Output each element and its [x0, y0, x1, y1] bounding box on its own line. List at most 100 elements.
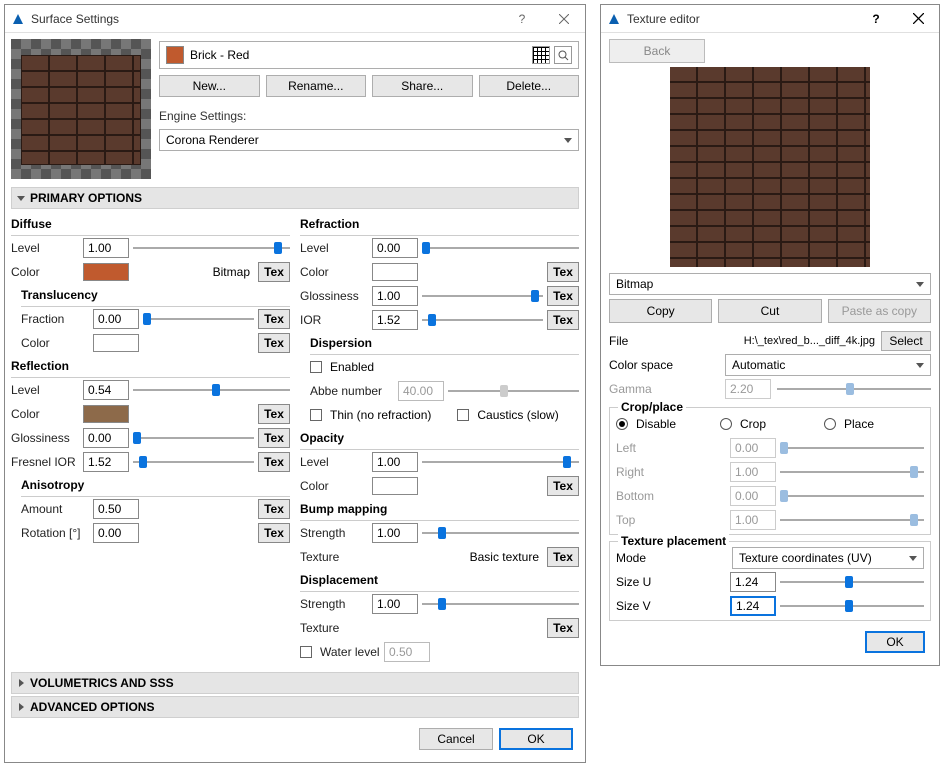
refraction-gloss-tex-button[interactable]: Tex [547, 286, 579, 306]
engine-label: Engine Settings: [159, 109, 579, 123]
tex-close-button[interactable] [897, 5, 939, 33]
opacity-color-tex-button[interactable]: Tex [547, 476, 579, 496]
section-advanced[interactable]: ADVANCED OPTIONS [11, 696, 579, 718]
surface-settings-window: Surface Settings ? Brick - Red [4, 4, 586, 763]
diffuse-tex-button[interactable]: Tex [258, 262, 290, 282]
group-refraction: Refraction [300, 217, 579, 233]
anisotropy-rotation-input[interactable] [93, 523, 139, 543]
reflection-gloss-input[interactable] [83, 428, 129, 448]
gamma-input [725, 379, 771, 399]
refraction-color-tex-button[interactable]: Tex [547, 262, 579, 282]
displacement-strength-input[interactable] [372, 594, 418, 614]
cancel-button[interactable]: Cancel [419, 728, 493, 750]
refraction-gloss-input[interactable] [372, 286, 418, 306]
size-u-input[interactable] [730, 572, 776, 592]
reflection-gloss-tex-button[interactable]: Tex [258, 428, 290, 448]
size-u-slider[interactable] [780, 575, 924, 589]
refraction-gloss-slider[interactable] [422, 289, 543, 303]
tex-help-button[interactable]: ? [855, 5, 897, 33]
copy-button[interactable]: Copy [609, 299, 712, 323]
translucency-color-tex-button[interactable]: Tex [258, 333, 290, 353]
reflection-level-slider[interactable] [133, 383, 290, 397]
opacity-color[interactable] [372, 477, 418, 495]
browse-icon[interactable] [554, 46, 572, 64]
abbe-number-input [398, 381, 444, 401]
translucency-frac-tex-button[interactable]: Tex [258, 309, 290, 329]
group-dispersion: Dispersion [310, 336, 579, 352]
bump-strength-slider[interactable] [422, 526, 579, 540]
size-v-input[interactable] [730, 596, 776, 616]
reflection-gloss-slider[interactable] [133, 431, 254, 445]
diffuse-level-input[interactable] [83, 238, 129, 258]
diffuse-color[interactable] [83, 263, 129, 281]
water-level-checkbox[interactable] [300, 646, 312, 658]
group-translucency: Translucency [21, 288, 290, 304]
engine-select[interactable]: Corona Renderer [159, 129, 579, 151]
refraction-color[interactable] [372, 263, 418, 281]
translucency-fraction-slider[interactable] [143, 312, 254, 326]
anisotropy-amount-input[interactable] [93, 499, 139, 519]
size-v-slider[interactable] [780, 599, 924, 613]
water-level-input [384, 642, 430, 662]
translucency-color[interactable] [93, 334, 139, 352]
colorspace-select[interactable]: Automatic [725, 354, 931, 376]
diffuse-level-slider[interactable] [133, 241, 290, 255]
reflection-color[interactable] [83, 405, 129, 423]
tex-window-title: Texture editor [627, 12, 855, 26]
group-anisotropy: Anisotropy [21, 478, 290, 494]
fresnel-ior-tex-button[interactable]: Tex [258, 452, 290, 472]
fresnel-ior-slider[interactable] [133, 455, 254, 469]
texture-type-select[interactable]: Bitmap [609, 273, 931, 295]
back-button[interactable]: Back [609, 39, 705, 63]
anisotropy-amount-tex-button[interactable]: Tex [258, 499, 290, 519]
delete-button[interactable]: Delete... [479, 75, 580, 97]
close-button[interactable] [543, 5, 585, 33]
group-opacity: Opacity [300, 431, 579, 447]
tex-ok-button[interactable]: OK [865, 631, 925, 653]
caustics-checkbox[interactable] [457, 409, 469, 421]
opacity-level-slider[interactable] [422, 455, 579, 469]
displacement-strength-slider[interactable] [422, 597, 579, 611]
opacity-level-input[interactable] [372, 452, 418, 472]
new-button[interactable]: New... [159, 75, 260, 97]
ok-button[interactable]: OK [499, 728, 573, 750]
group-reflection: Reflection [11, 359, 290, 375]
reflection-color-tex-button[interactable]: Tex [258, 404, 290, 424]
thin-checkbox[interactable] [310, 409, 322, 421]
fresnel-ior-input[interactable] [83, 452, 129, 472]
material-color-swatch [166, 46, 184, 64]
bump-texture-tex-button[interactable]: Tex [547, 547, 579, 567]
share-button[interactable]: Share... [372, 75, 473, 97]
material-name: Brick - Red [190, 48, 526, 62]
window-title: Surface Settings [31, 12, 501, 26]
section-volumetrics[interactable]: VOLUMETRICS AND SSS [11, 672, 579, 694]
hatch-icon[interactable] [532, 46, 550, 64]
displacement-texture-tex-button[interactable]: Tex [547, 618, 579, 638]
crop-disable-radio[interactable] [616, 418, 628, 430]
crop-top-input [730, 510, 776, 530]
rename-button[interactable]: Rename... [266, 75, 367, 97]
placement-mode-select[interactable]: Texture coordinates (UV) [732, 547, 924, 569]
translucency-fraction-input[interactable] [93, 309, 139, 329]
paste-button: Paste as copy [828, 299, 931, 323]
help-button[interactable]: ? [501, 5, 543, 33]
bump-texture-label: Basic texture [372, 550, 543, 564]
section-primary-options[interactable]: PRIMARY OPTIONS [11, 187, 579, 209]
refraction-ior-slider[interactable] [422, 313, 543, 327]
cut-button[interactable]: Cut [718, 299, 821, 323]
crop-place-group: Crop/place Disable Crop Place Left Right… [609, 407, 931, 535]
dispersion-enabled-checkbox[interactable] [310, 361, 322, 373]
crop-crop-radio[interactable] [720, 418, 732, 430]
bump-strength-input[interactable] [372, 523, 418, 543]
abbe-slider [448, 384, 579, 398]
reflection-level-input[interactable] [83, 380, 129, 400]
crop-place-radio[interactable] [824, 418, 836, 430]
file-select-button[interactable]: Select [881, 331, 931, 351]
refraction-level-input[interactable] [372, 238, 418, 258]
tex-titlebar: Texture editor ? [601, 5, 939, 33]
refraction-ior-input[interactable] [372, 310, 418, 330]
refraction-level-slider[interactable] [422, 241, 579, 255]
anisotropy-rotation-tex-button[interactable]: Tex [258, 523, 290, 543]
app-logo [11, 12, 25, 26]
refraction-ior-tex-button[interactable]: Tex [547, 310, 579, 330]
